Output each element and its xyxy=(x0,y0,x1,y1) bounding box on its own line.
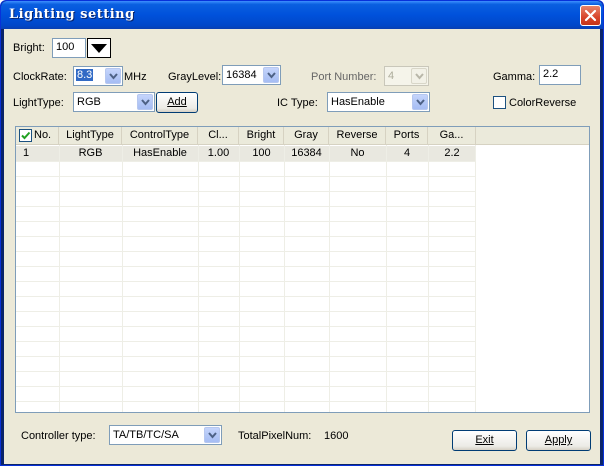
grid-line xyxy=(16,176,475,177)
chevron-down-icon xyxy=(137,94,153,110)
clockrate-label: ClockRate: xyxy=(13,71,67,83)
grid-line xyxy=(59,145,60,412)
apply-button[interactable]: Apply xyxy=(526,430,591,451)
grid-line xyxy=(16,281,475,282)
clockrate-value: 8.3 xyxy=(76,69,94,81)
grid-line xyxy=(16,251,475,252)
cell-ports: 4 xyxy=(403,147,411,159)
grid-line xyxy=(329,145,330,412)
grid-line xyxy=(16,221,475,222)
portnumber-label: Port Number: xyxy=(311,71,377,83)
grid-line xyxy=(475,145,476,412)
grid-line xyxy=(16,296,475,297)
chevron-down-icon xyxy=(204,427,220,443)
grid-line xyxy=(16,326,475,327)
lighting-setting-window: Lighting setting Bright: 100 ClockRate: … xyxy=(0,0,604,466)
controller-type-label: Controller type: xyxy=(21,430,96,442)
close-icon xyxy=(584,9,597,22)
grid-line xyxy=(16,191,475,192)
apply-button-label: Apply xyxy=(544,434,573,446)
lighttype-label: LightType: xyxy=(13,97,64,109)
grid-line xyxy=(16,311,475,312)
exit-button[interactable]: Exit xyxy=(452,430,517,451)
cell-lighttype: RGB xyxy=(78,147,103,159)
cell-clock: 1.00 xyxy=(207,147,230,159)
column-header-bright[interactable]: Bright xyxy=(239,127,284,144)
column-label: No. xyxy=(34,129,52,141)
cell-gamma: 2.2 xyxy=(444,147,460,159)
column-header-reverse[interactable]: Reverse xyxy=(329,127,386,144)
gamma-label: Gamma: xyxy=(493,71,536,83)
column-header-ports[interactable]: Ports xyxy=(386,127,428,144)
grid-line xyxy=(239,145,240,412)
grid-line xyxy=(198,145,199,412)
add-button[interactable]: Add xyxy=(156,92,198,113)
checkmark-icon xyxy=(21,131,31,140)
grid-line xyxy=(428,145,429,412)
grid-line xyxy=(16,206,475,207)
column-header-gamma[interactable]: Ga... xyxy=(428,127,476,144)
dialog-body: Bright: 100 ClockRate: 8.3 MHz GrayLevel… xyxy=(4,29,600,464)
controller-type-select[interactable]: TA/TB/TC/SA xyxy=(109,425,222,445)
bright-label: Bright: xyxy=(13,42,45,54)
graylevel-value: 16384 xyxy=(226,69,257,81)
chevron-down-icon xyxy=(263,67,279,83)
gamma-input[interactable]: 2.2 xyxy=(539,65,581,85)
clockrate-select[interactable]: 8.3 xyxy=(73,66,123,86)
column-header-clock[interactable]: Cl... xyxy=(198,127,239,144)
grid-line xyxy=(16,341,475,342)
portnumber-value: 4 xyxy=(388,70,395,82)
grid-line xyxy=(16,371,475,372)
title-bar[interactable]: Lighting setting xyxy=(1,1,603,29)
clockrate-unit: MHz xyxy=(124,71,147,83)
add-button-label: Add xyxy=(167,96,187,108)
exit-button-label: Exit xyxy=(475,434,494,446)
window-title: Lighting setting xyxy=(9,7,135,22)
grid-line xyxy=(122,145,123,412)
bright-dropdown-button[interactable] xyxy=(87,38,111,58)
grid-line xyxy=(16,386,475,387)
chevron-down-icon xyxy=(411,68,427,84)
grid-line xyxy=(16,266,475,267)
portnumber-select: 4 xyxy=(384,66,429,86)
lighttype-select[interactable]: RGB xyxy=(73,92,155,112)
grid-line xyxy=(16,401,475,402)
chevron-down-icon xyxy=(412,94,428,110)
lighttype-value: RGB xyxy=(77,96,101,108)
lighting-list[interactable]: No. LightType ControlType Cl... Bright G… xyxy=(15,126,590,413)
ictype-select[interactable]: HasEnable xyxy=(327,92,430,112)
graylevel-label: GrayLevel: xyxy=(168,71,222,83)
grid-line xyxy=(386,145,387,412)
grid-line xyxy=(284,145,285,412)
chevron-down-icon xyxy=(105,68,121,84)
triangle-down-icon xyxy=(91,44,107,53)
total-pixel-value: 1600 xyxy=(324,430,349,442)
ictype-label: IC Type: xyxy=(277,97,318,109)
column-header-no[interactable]: No. xyxy=(16,127,59,144)
select-all-checkbox[interactable] xyxy=(19,129,32,142)
total-pixel-label: TotalPixelNum: xyxy=(238,430,312,442)
cell-gray: 16384 xyxy=(291,147,322,159)
close-button[interactable] xyxy=(580,5,601,26)
controller-type-value: TA/TB/TC/SA xyxy=(113,429,179,441)
grid-line xyxy=(16,356,475,357)
graylevel-select[interactable]: 16384 xyxy=(222,65,281,85)
column-header-lighttype[interactable]: LightType xyxy=(59,127,122,144)
bright-input[interactable]: 100 xyxy=(52,38,86,58)
cell-no: 1 xyxy=(22,147,30,159)
cell-reverse: No xyxy=(350,147,365,159)
column-header-controltype[interactable]: ControlType xyxy=(122,127,198,144)
colorreverse-checkbox[interactable] xyxy=(493,96,506,109)
ictype-value: HasEnable xyxy=(331,96,385,108)
cell-controltype: HasEnable xyxy=(133,147,187,159)
grid-line xyxy=(16,161,475,162)
cell-bright: 100 xyxy=(252,147,271,159)
column-header-gray[interactable]: Gray xyxy=(284,127,329,144)
table-row[interactable]: 1 RGB HasEnable 1.00 100 16384 No 4 2.2 xyxy=(16,146,476,161)
grid-line xyxy=(16,236,475,237)
list-header: No. LightType ControlType Cl... Bright G… xyxy=(16,127,589,145)
colorreverse-label: ColorReverse xyxy=(509,97,577,109)
